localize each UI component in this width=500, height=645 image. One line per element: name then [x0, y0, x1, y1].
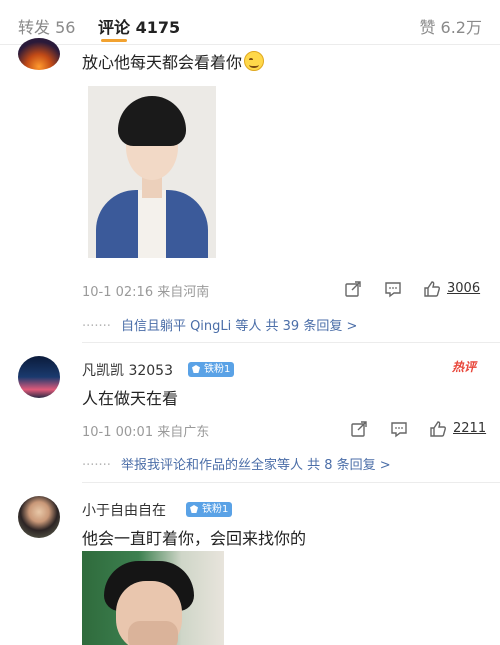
comment-text-content: 放心他每天都会看着你 [82, 53, 243, 72]
share-icon[interactable] [344, 280, 362, 298]
thumbs-up-icon[interactable] [423, 280, 441, 298]
comment-image[interactable] [82, 551, 224, 645]
avatar[interactable] [18, 496, 60, 538]
comment-icon[interactable] [384, 280, 402, 298]
comment-time: 10-1 02:16 [82, 285, 154, 300]
comment-meta: 10-1 00:01 来自广东 [82, 421, 209, 440]
tab-repost[interactable]: 转发 56 [18, 14, 75, 38]
tab-comments[interactable]: 评论 4175 [98, 14, 180, 38]
reply-summary[interactable]: ······· 举报我评论和作品的丝全家等人 共 8 条回复 > [82, 454, 391, 473]
tabs-divider [0, 44, 500, 45]
reply-summary[interactable]: ······· 自信且躺平 QingLi 等人 共 39 条回复 > [82, 315, 357, 334]
comment-image[interactable] [88, 86, 216, 258]
thumbs-up-icon[interactable] [429, 420, 447, 438]
hot-comment-tag: 热评 [452, 360, 477, 374]
reply-summary-text: 举报我评论和作品的丝全家等人 共 8 条回复 > [120, 458, 391, 473]
comment-divider [82, 342, 500, 343]
avatar[interactable] [18, 356, 60, 398]
share-icon[interactable] [350, 420, 368, 438]
comment-location: 来自河南 [157, 285, 210, 300]
fan-badge[interactable]: 铁粉1 [188, 362, 235, 377]
comment-text: 他会一直盯着你，会回来找你的 [82, 529, 307, 548]
comment-meta: 10-1 02:16 来自河南 [82, 281, 209, 300]
reply-summary-text: 自信且躺平 QingLi 等人 共 39 条回复 > [120, 319, 358, 334]
comment-location: 来自广东 [157, 425, 210, 440]
active-tab-indicator [101, 39, 127, 42]
username[interactable]: 小于自由自在 [82, 500, 166, 520]
comment-icon[interactable] [390, 420, 408, 438]
reply-dots: ······· [82, 458, 111, 473]
comment-time: 10-1 00:01 [82, 425, 154, 440]
like-count[interactable]: 2211 [453, 421, 486, 436]
smile-emoji-icon [244, 51, 265, 71]
comment-text: 放心他每天都会看着你 [82, 49, 265, 73]
fan-badge[interactable]: 铁粉1 [186, 502, 233, 517]
like-count[interactable]: 3006 [447, 281, 480, 296]
comment-text: 人在做天在看 [82, 389, 179, 408]
reply-dots: ······· [82, 319, 111, 334]
avatar[interactable] [18, 38, 60, 70]
tab-likes[interactable]: 赞 6.2万 [419, 14, 482, 38]
tab-bar: 转发 56 评论 4175 赞 6.2万 [0, 0, 500, 44]
username[interactable]: 凡凯凯 32053 [82, 360, 173, 380]
comment-divider [82, 482, 500, 483]
